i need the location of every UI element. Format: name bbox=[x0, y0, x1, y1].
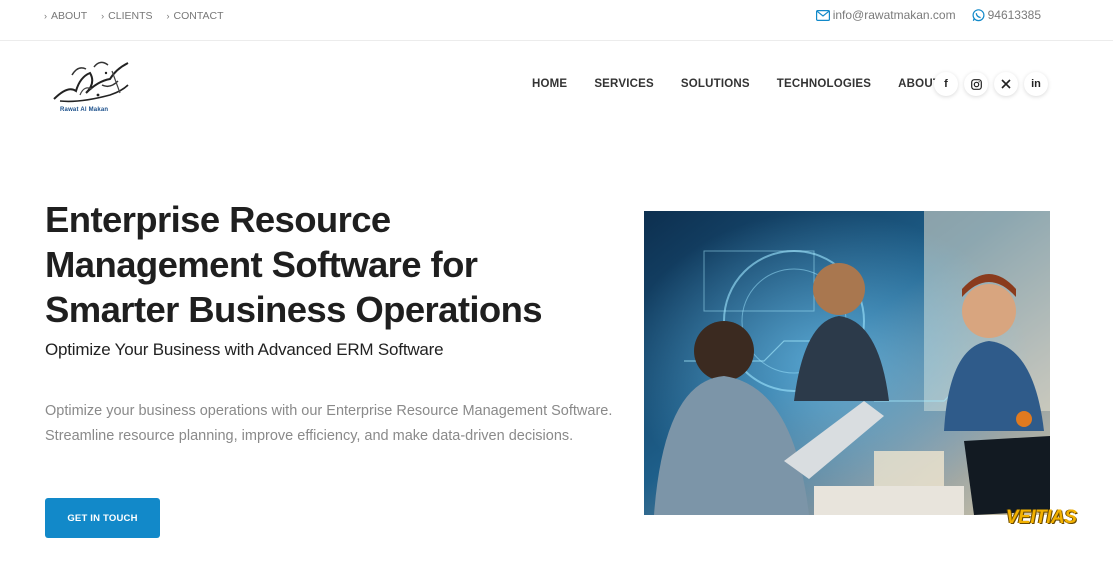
logo-calligraphy bbox=[53, 61, 129, 103]
phone-link[interactable]: 94613385 bbox=[972, 8, 1041, 22]
nav-solutions[interactable]: SOLUTIONS bbox=[681, 78, 750, 90]
contact-info: info@rawatmakan.com 94613385 bbox=[800, 8, 1041, 22]
hero-description: Optimize your business operations with o… bbox=[45, 403, 613, 444]
chevron-right-icon: › bbox=[166, 11, 170, 21]
top-links: › ABOUT › CLIENTS › CONTACT bbox=[44, 10, 237, 22]
top-link-about[interactable]: › ABOUT bbox=[44, 10, 87, 22]
chevron-right-icon: › bbox=[101, 11, 105, 21]
watermark-logo: VEITIAS bbox=[1006, 507, 1077, 528]
email-link[interactable]: info@rawatmakan.com bbox=[815, 8, 956, 22]
nav-services[interactable]: SERVICES bbox=[594, 78, 654, 90]
main-nav: HOME SERVICES SOLUTIONS TECHNOLOGIES ABO… bbox=[532, 78, 967, 90]
nav-home[interactable]: HOME bbox=[532, 78, 567, 90]
instagram-icon[interactable] bbox=[964, 72, 988, 96]
hero-subtitle: Optimize Your Business with Advanced ERM… bbox=[45, 340, 444, 359]
get-in-touch-button[interactable]: GET IN TOUCH bbox=[45, 498, 160, 538]
x-icon[interactable] bbox=[994, 72, 1018, 96]
whatsapp-icon bbox=[972, 8, 985, 21]
hero-title: Enterprise Resource Management Software … bbox=[45, 199, 543, 330]
nav-technologies[interactable]: TECHNOLOGIES bbox=[777, 78, 871, 90]
chevron-right-icon: › bbox=[44, 11, 47, 21]
top-bar: › ABOUT › CLIENTS › CONTACT info@rawatmakan… bbox=[0, 0, 1113, 41]
linkedin-icon[interactable]: in bbox=[1024, 72, 1048, 96]
social-links: f in bbox=[934, 72, 1048, 96]
hero-photo-illustration bbox=[644, 211, 1050, 515]
top-link-clients[interactable]: › CLIENTS bbox=[101, 10, 152, 22]
envelope-icon bbox=[815, 9, 830, 21]
top-link-contact[interactable]: › CONTACT bbox=[167, 10, 224, 22]
hero-image bbox=[644, 211, 1050, 515]
logo-caption: Rawat Al Makan bbox=[60, 107, 109, 113]
facebook-icon[interactable]: f bbox=[934, 72, 958, 96]
